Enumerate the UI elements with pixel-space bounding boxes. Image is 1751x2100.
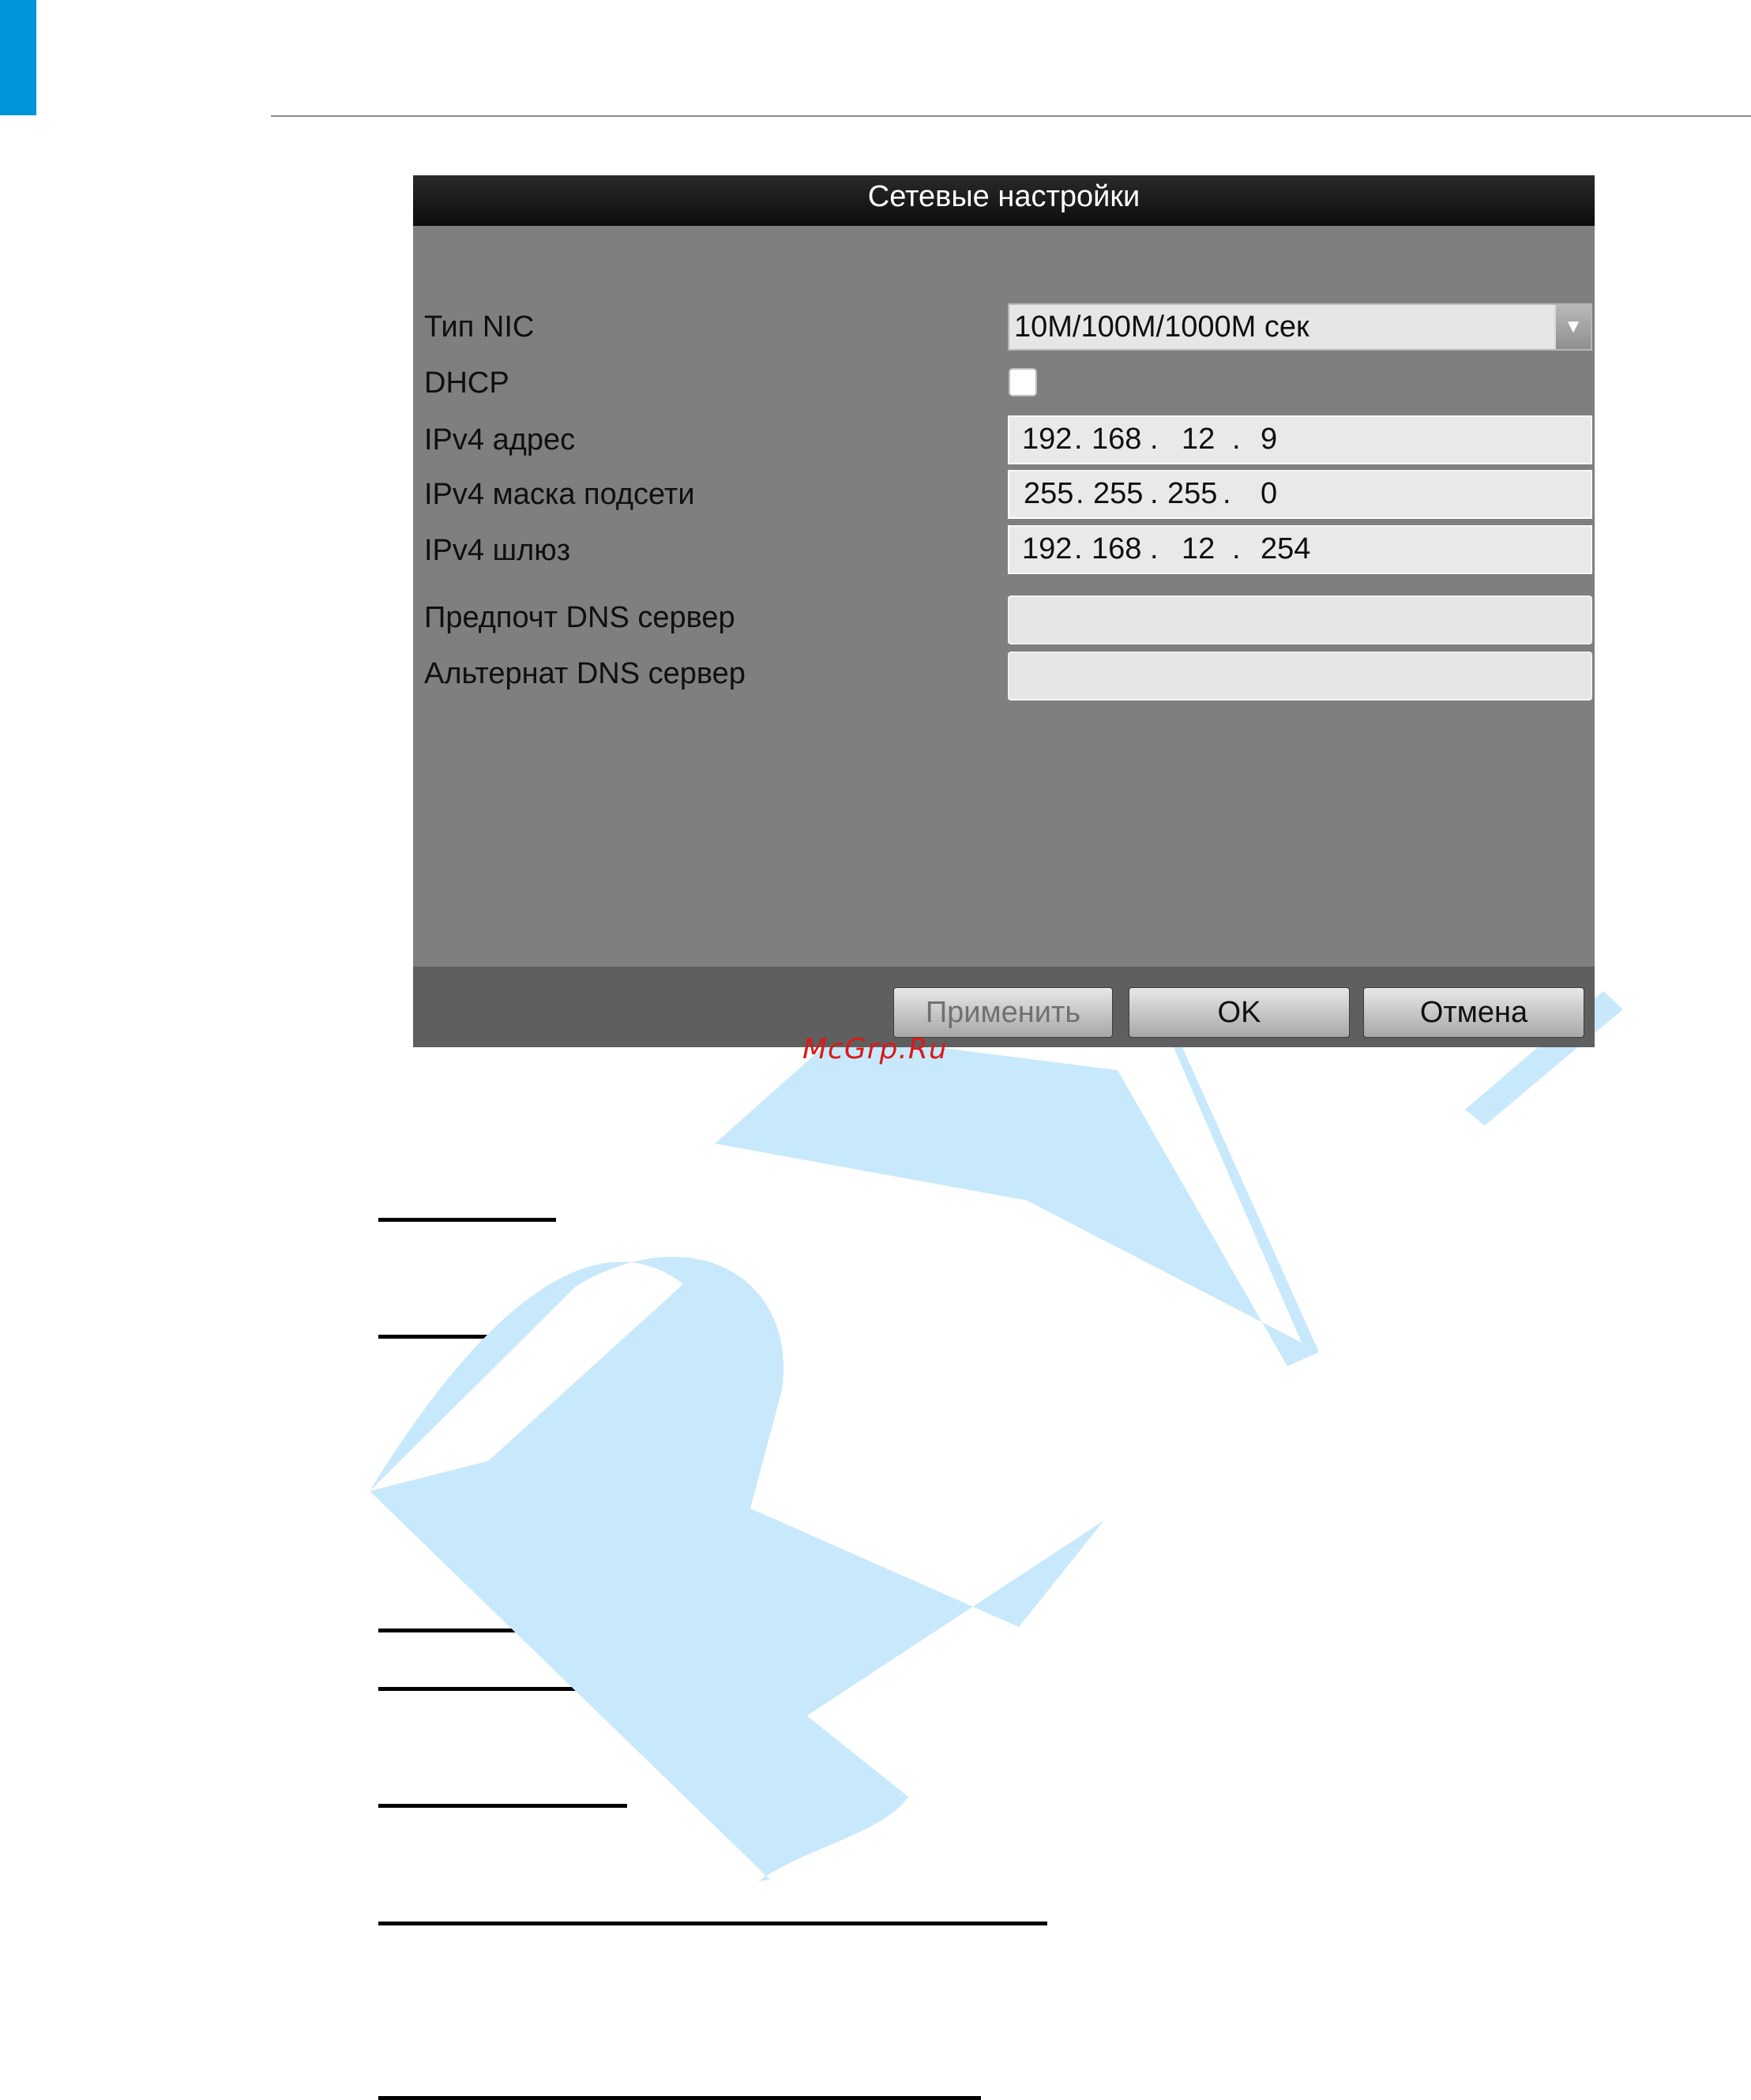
ip-separator: . [1223, 477, 1231, 510]
ipv4-gateway-label: IPv4 шлюз [424, 534, 571, 567]
ip-separator: . [1150, 477, 1159, 510]
preferred-dns-label: Предпочт DNS сервер [424, 601, 735, 634]
chevron-down-icon[interactable]: ▼ [1554, 305, 1591, 349]
apply-button[interactable]: Применить [893, 987, 1113, 1038]
ipv4-address-input[interactable]: 192 . 168 . 12 . 9 [1008, 415, 1592, 464]
ip-separator: . [1232, 423, 1241, 456]
ip-octet: 12 [1182, 532, 1216, 565]
ip-octet: 168 [1092, 423, 1142, 456]
nic-type-select[interactable]: 10M/100M/1000M сек ▼ [1008, 303, 1592, 351]
ipv4-mask-input[interactable]: 255 . 255 . 255 . 0 [1008, 470, 1592, 519]
preferred-dns-input[interactable] [1008, 595, 1592, 644]
ip-separator: . [1074, 423, 1083, 456]
document-underline [378, 1804, 627, 1808]
ip-separator: . [1076, 477, 1084, 510]
dhcp-checkbox[interactable] [1009, 368, 1037, 396]
dhcp-label: DHCP [424, 366, 509, 400]
ip-separator: . [1232, 532, 1241, 565]
alternate-dns-label: Альтернат DNS сервер [424, 657, 746, 690]
document-underline [378, 1922, 1047, 1925]
document-underline [378, 1687, 844, 1691]
document-underline [378, 1335, 503, 1339]
nic-type-label: Тип NIC [424, 310, 535, 344]
network-settings-dialog: Сетевые настройки Тип NIC 10M/100M/1000M… [413, 175, 1595, 1047]
document-underline [378, 2096, 981, 2100]
ip-octet: 192 [1022, 423, 1073, 456]
ip-octet: 0 [1261, 477, 1278, 510]
ok-button[interactable]: OK [1129, 987, 1350, 1038]
document-underline [378, 1629, 596, 1632]
ip-separator: . [1150, 532, 1159, 565]
ip-octet: 9 [1261, 423, 1278, 456]
watermark-v-letter [715, 1033, 1319, 1366]
dialog-button-bar: Применить OK Отмена [413, 967, 1595, 1047]
document-underline [378, 1218, 556, 1222]
ipv4-address-label: IPv4 адрес [424, 423, 576, 456]
nic-type-value: 10M/100M/1000M сек [1014, 310, 1309, 344]
ip-octet: 192 [1022, 532, 1073, 565]
source-watermark-text: McGrp.Ru [802, 1033, 948, 1065]
cancel-button[interactable]: Отмена [1363, 987, 1584, 1038]
header-divider [271, 115, 1751, 117]
ip-octet: 255 [1167, 477, 1218, 510]
watermark-r-bowl [370, 1257, 1104, 1730]
corner-accent-tab [0, 0, 36, 115]
ip-octet: 255 [1093, 477, 1144, 510]
watermark-r-stroke [370, 1461, 908, 1881]
ip-separator: . [1074, 532, 1083, 565]
ip-octet: 255 [1024, 477, 1074, 510]
ipv4-mask-label: IPv4 маска подсети [424, 478, 695, 511]
ip-separator: . [1150, 423, 1159, 456]
dialog-title: Сетевые настройки [413, 175, 1595, 226]
ipv4-gateway-input[interactable]: 192 . 168 . 12 . 254 [1008, 525, 1592, 574]
alternate-dns-input[interactable] [1008, 652, 1592, 701]
ip-octet: 254 [1261, 532, 1311, 565]
ip-octet: 168 [1092, 532, 1142, 565]
ip-octet: 12 [1182, 423, 1216, 456]
